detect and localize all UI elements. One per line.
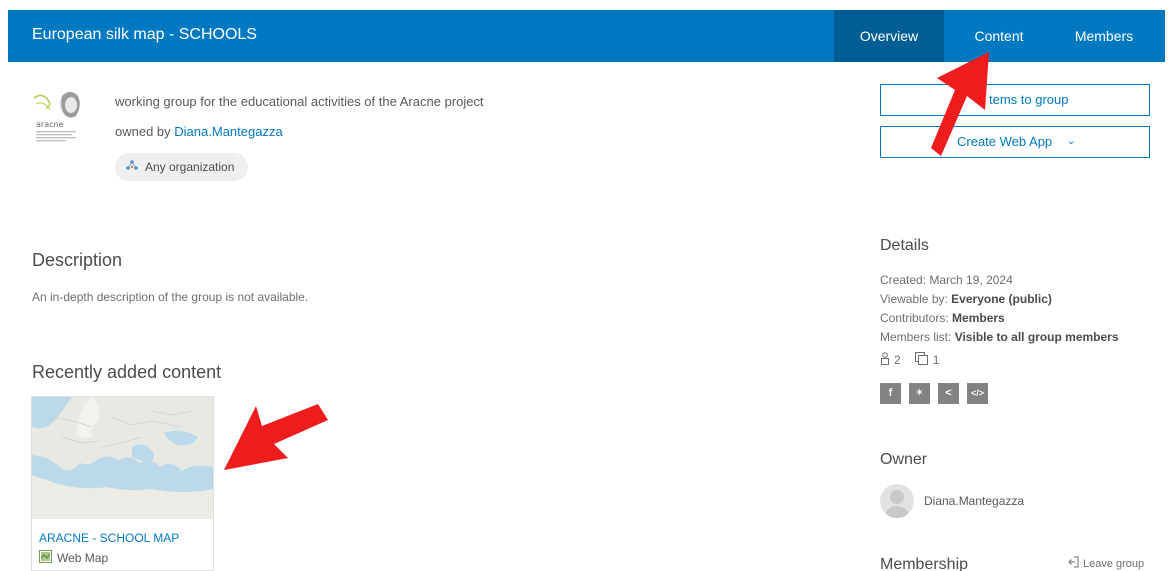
created-label: Created: — [880, 273, 927, 287]
owner-name[interactable]: Diana.Mantegazza — [924, 494, 1024, 508]
owned-by-label: owned by — [115, 124, 171, 139]
members-list-label: Members list: — [880, 330, 952, 344]
content-type: Web Map — [39, 550, 108, 566]
description-text: An in-depth description of the group is … — [32, 290, 309, 304]
group-title: European silk map - SCHOOLS — [32, 26, 257, 43]
twitter-icon[interactable]: ✶ — [909, 383, 930, 404]
content-card[interactable]: ARACNE - SCHOOL MAP Web Map — [31, 396, 214, 571]
owner-heading: Owner — [880, 451, 928, 468]
access-badge: Any organization — [115, 153, 249, 181]
leave-group-label: Leave group — [1083, 557, 1145, 570]
chevron-down-icon: ⌄ — [1067, 136, 1076, 147]
group-summary: working group for the educational activi… — [115, 94, 484, 109]
membership-heading: Membership — [880, 556, 969, 571]
map-thumbnail[interactable] — [32, 397, 213, 519]
owner-link[interactable]: Diana.Mantegazza — [174, 124, 282, 139]
viewable-value: Everyone (public) — [951, 292, 1052, 306]
members-icon — [880, 352, 890, 368]
group-counts: 2 1 — [880, 352, 939, 368]
members-list-value: Visible to all group members — [954, 330, 1119, 344]
contributors-line: Contributors: Members — [880, 311, 1005, 325]
content-count: 1 — [914, 352, 940, 368]
content-count-value: 1 — [932, 353, 940, 367]
embed-icon[interactable]: </> — [967, 383, 988, 404]
facebook-icon[interactable]: f — [880, 383, 901, 404]
created-line: Created: March 19, 2024 — [880, 273, 1013, 287]
contributors-value: Members — [952, 311, 1005, 325]
annotation-arrow-left-icon — [224, 404, 328, 470]
access-label: Any organization — [145, 160, 235, 174]
organization-icon — [125, 153, 139, 181]
leave-icon — [1068, 556, 1079, 571]
contributors-label: Contributors: — [880, 311, 949, 325]
content-items-icon — [914, 352, 929, 368]
member-count-value: 2 — [894, 353, 901, 367]
annotation-arrow-up-icon — [931, 52, 989, 156]
owner-row[interactable]: Diana.Mantegazza — [880, 484, 1024, 518]
tab-members[interactable]: Members — [1054, 10, 1154, 62]
leave-group-button[interactable]: Leave group — [1068, 556, 1144, 571]
created-value: March 19, 2024 — [929, 273, 1013, 287]
content-title-link[interactable]: ARACNE - SCHOOL MAP — [39, 531, 179, 545]
logo-text: aracne — [36, 120, 64, 129]
description-heading: Description — [32, 250, 123, 270]
members-list-line: Members list: Visible to all group membe… — [880, 330, 1119, 344]
web-map-icon — [39, 550, 52, 566]
avatar — [880, 484, 914, 518]
member-count: 2 — [880, 352, 901, 368]
content-type-label: Web Map — [57, 551, 109, 565]
viewable-label: Viewable by: — [880, 292, 948, 306]
details-heading: Details — [880, 237, 929, 254]
recent-content-heading: Recently added content — [32, 362, 222, 382]
owned-by: owned by Diana.Mantegazza — [115, 124, 283, 139]
share-buttons: f ✶ < </> — [880, 383, 988, 404]
share-icon[interactable]: < — [938, 383, 959, 404]
group-thumbnail: aracne — [32, 88, 88, 148]
viewable-line: Viewable by: Everyone (public) — [880, 292, 1052, 306]
